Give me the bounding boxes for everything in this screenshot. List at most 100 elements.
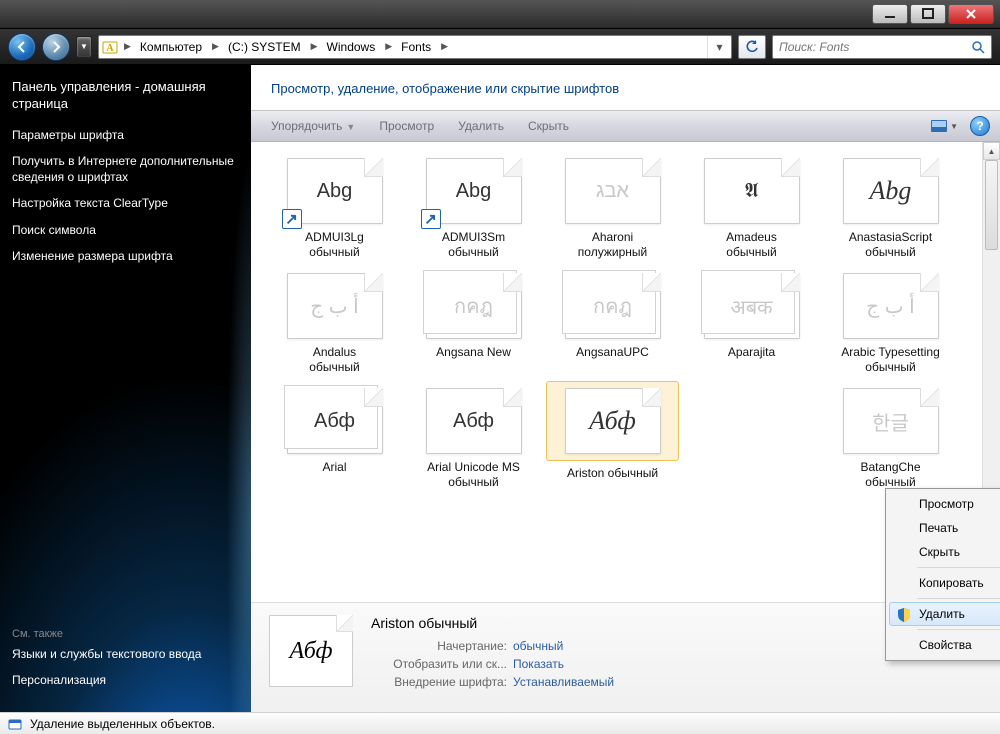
font-name: Arabic Typesetting <box>825 345 956 360</box>
shortcut-overlay-icon: ↗ <box>282 209 302 229</box>
font-item[interactable]: กคฎAngsanaUPC <box>543 267 682 382</box>
uac-shield-icon <box>896 607 912 623</box>
search-icon[interactable] <box>971 40 985 54</box>
breadcrumb-item[interactable]: Windows <box>321 35 383 59</box>
close-button[interactable] <box>948 4 994 24</box>
font-item[interactable]: Абф Arial <box>265 382 404 497</box>
sidebar-link-cleartype[interactable]: Настройка текста ClearType <box>12 195 239 211</box>
font-item[interactable]: Abg↗ ADMUI3Smобычный <box>404 152 543 267</box>
search-input[interactable] <box>779 40 971 54</box>
scroll-up-button[interactable]: ▲ <box>983 142 1000 160</box>
font-name: Angsana New <box>408 345 539 360</box>
scroll-handle[interactable] <box>985 160 998 250</box>
breadcrumb-item[interactable]: (C:) SYSTEM <box>222 35 308 59</box>
titlebar <box>0 0 1000 29</box>
ctx-hide[interactable]: Скрыть <box>889 540 1000 564</box>
font-item[interactable]: Абф Ariston обычный <box>543 382 682 497</box>
ctx-separator <box>917 567 1000 568</box>
font-item[interactable]: 한글BatangCheобычный <box>821 382 960 497</box>
details-key: Начертание: <box>371 639 507 653</box>
ctx-delete[interactable]: Удалить <box>889 602 1000 626</box>
toolbar-delete[interactable]: Удалить <box>448 115 514 137</box>
toolbar-hide[interactable]: Скрыть <box>518 115 579 137</box>
font-substyle: обычный <box>408 475 539 489</box>
sidebar-link-online-info[interactable]: Получить в Интернете дополнительные свед… <box>12 153 239 185</box>
details-value: Устанавливаемый <box>513 675 614 689</box>
font-thumbnail: 한글 <box>843 388 939 454</box>
close-icon <box>965 8 977 20</box>
font-name: AnastasiaScript <box>825 230 956 245</box>
help-button[interactable]: ? <box>970 116 990 136</box>
search-box[interactable] <box>772 35 992 59</box>
shortcut-overlay-icon: ↗ <box>421 209 441 229</box>
font-substyle: полужирный <box>547 245 678 259</box>
font-substyle: обычный <box>408 245 539 259</box>
font-thumbnail: Абф <box>287 388 383 454</box>
breadcrumb-chevron-icon[interactable]: ▶ <box>121 41 134 52</box>
details-value: Показать <box>513 657 564 671</box>
font-thumbnail: Абф <box>565 388 661 454</box>
font-item[interactable]: กคฎ Angsana New <box>404 267 543 382</box>
font-name: Ariston обычный <box>547 466 678 481</box>
font-substyle: обычный <box>825 475 956 489</box>
font-name: ADMUI3Sm <box>408 230 539 245</box>
font-substyle: обычный <box>686 245 817 259</box>
arrow-right-icon <box>49 40 63 54</box>
sidebar-link-font-settings[interactable]: Параметры шрифта <box>12 127 239 143</box>
forward-button[interactable] <box>42 33 70 61</box>
font-name: AngsanaUPC <box>547 345 678 360</box>
font-substyle: обычный <box>269 360 400 374</box>
ctx-delete-label: Удалить <box>919 607 965 621</box>
view-icon <box>931 119 947 133</box>
sidebar-heading[interactable]: Панель управления - домашняя страница <box>12 79 239 113</box>
history-dropdown-button[interactable]: ▼ <box>76 36 92 58</box>
ctx-print[interactable]: Печать <box>889 516 1000 540</box>
refresh-button[interactable] <box>738 35 766 59</box>
font-item[interactable]: أ ب جArabic Typesettingобычный <box>821 267 960 382</box>
sidebar-link-text-services[interactable]: Языки и службы текстового ввода <box>12 646 239 662</box>
font-item[interactable]: Abg↗ADMUI3Lgобычный <box>265 152 404 267</box>
breadcrumb-item[interactable]: Fonts <box>395 35 438 59</box>
font-item[interactable]: 𝕬Amadeusобычный <box>682 152 821 267</box>
content-area: Просмотр, удаление, отображение или скры… <box>251 65 1000 712</box>
breadcrumb-item[interactable]: Компьютер <box>134 35 209 59</box>
body: Панель управления - домашняя страница Па… <box>0 65 1000 712</box>
content-heading: Просмотр, удаление, отображение или скры… <box>251 65 1000 110</box>
minimize-icon <box>884 8 896 20</box>
sidebar-link-personalization[interactable]: Персонализация <box>12 672 239 688</box>
ctx-separator <box>917 629 1000 630</box>
font-thumbnail: กคฎ <box>426 273 522 339</box>
minimize-button[interactable] <box>872 4 908 24</box>
sidebar-link-fontsize[interactable]: Изменение размера шрифта <box>12 248 239 264</box>
toolbar-preview[interactable]: Просмотр <box>369 115 444 137</box>
status-bar: Удаление выделенных объектов. <box>0 712 1000 734</box>
breadcrumb-chevron-icon[interactable]: ▶ <box>382 41 395 52</box>
font-item[interactable]: AbgAnastasiaScriptобычный <box>821 152 960 267</box>
back-button[interactable] <box>8 33 36 61</box>
ctx-preview[interactable]: Просмотр <box>889 492 1000 516</box>
font-item[interactable]: अबकAparajita <box>682 267 821 382</box>
context-menu: Просмотр Печать Скрыть Копировать Удалит… <box>885 488 1000 661</box>
font-thumbnail: أ ب ج <box>287 273 383 339</box>
font-item[interactable]: أ ب جAndalusобычный <box>265 267 404 382</box>
address-bar[interactable]: A ▶ Компьютер ▶ (C:) SYSTEM ▶ Windows ▶ … <box>98 35 732 59</box>
breadcrumb-chevron-icon[interactable]: ▶ <box>308 41 321 52</box>
font-name: Amadeus <box>686 230 817 245</box>
breadcrumb-chevron-icon[interactable]: ▶ <box>438 41 451 52</box>
address-dropdown-button[interactable]: ▾ <box>707 36 731 58</box>
font-grid: Abg↗ADMUI3LgобычныйAbg↗ADMUI3Smобычныйאב… <box>251 142 982 602</box>
ctx-copy[interactable]: Копировать <box>889 571 1000 595</box>
font-item[interactable]: АбфArial Unicode MSобычный <box>404 382 543 497</box>
sidebar-footer: См. также Языки и службы текстового ввод… <box>12 628 239 698</box>
font-name: Arial <box>269 460 400 475</box>
maximize-button[interactable] <box>910 4 946 24</box>
sidebar-link-charmap[interactable]: Поиск символа <box>12 222 239 238</box>
breadcrumb-chevron-icon[interactable]: ▶ <box>209 41 222 52</box>
view-mode-button[interactable]: ▼ <box>925 116 964 136</box>
font-name: Aparajita <box>686 345 817 360</box>
font-name: Aharoni <box>547 230 678 245</box>
ctx-properties[interactable]: Свойства <box>889 633 1000 657</box>
font-thumbnail: Abg↗ <box>426 158 522 224</box>
toolbar-organize[interactable]: Упорядочить▼ <box>261 115 365 137</box>
font-item[interactable]: אבגAharoniполужирный <box>543 152 682 267</box>
